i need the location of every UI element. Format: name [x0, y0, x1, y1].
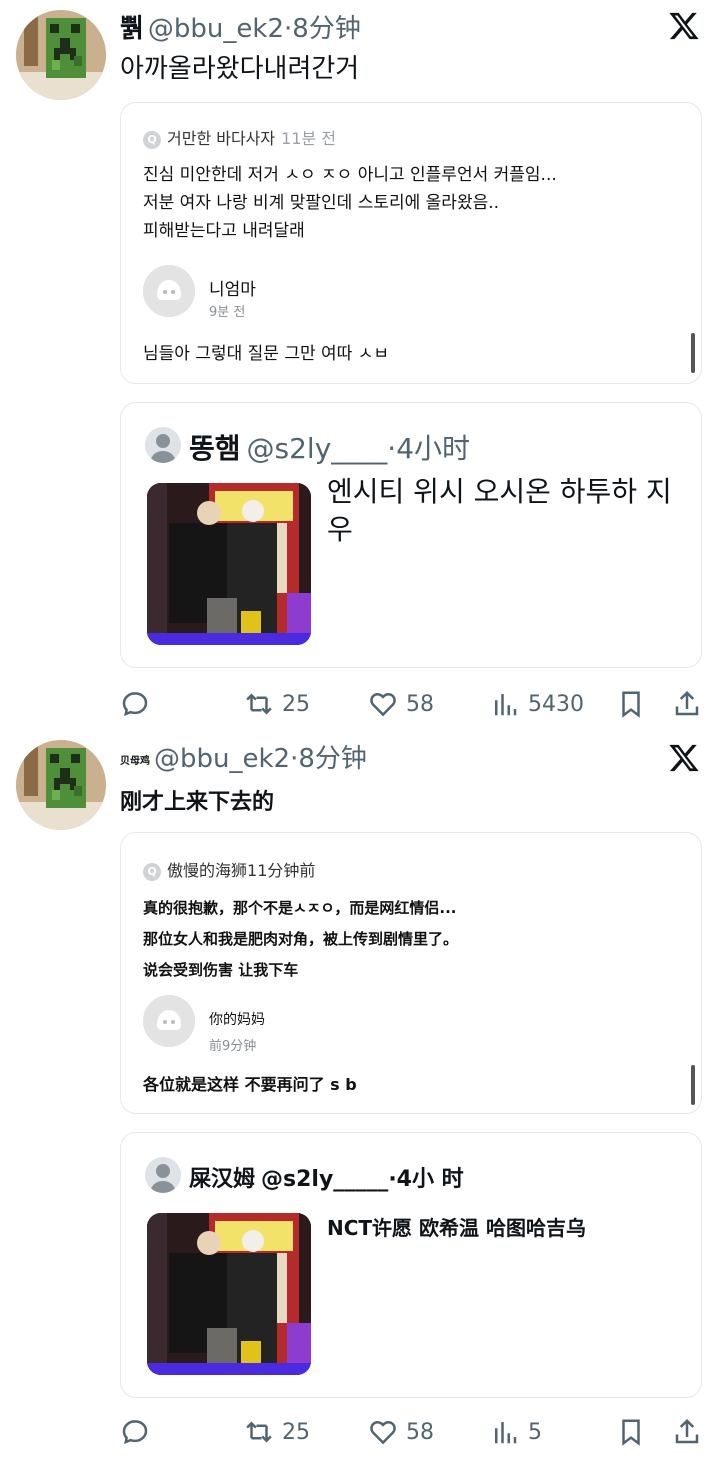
reply-button[interactable] — [120, 686, 158, 722]
question-text: 진심 미안한데 저거 ㅅㅇ ㅈㅇ 아니고 인플루언서 커플임... 저분 여자 … — [143, 161, 557, 245]
question-line: 진심 미안한데 저거 ㅅㅇ ㅈㅇ 아니고 인플루언서 커플임... — [143, 165, 557, 185]
retweet-count: 25 — [282, 1419, 310, 1445]
retweet-count: 25 — [282, 691, 310, 717]
question-line: 真的很抱歉，那个不是ㅅㅈㅇ，而是网红情侣... — [143, 899, 457, 917]
answerer-name: 你的妈妈 — [209, 1012, 265, 1028]
answerer-avatar-icon — [143, 265, 195, 317]
like-button[interactable]: 58 — [368, 686, 434, 722]
share-button[interactable] — [672, 686, 710, 722]
retweet-button[interactable]: 25 — [244, 686, 310, 722]
x-logo-icon[interactable] — [668, 742, 700, 774]
x-logo-icon[interactable] — [668, 10, 700, 42]
bookmark-button[interactable] — [616, 1414, 654, 1450]
share-button[interactable] — [672, 1414, 710, 1450]
heart-icon — [370, 693, 396, 717]
question-icon: Q — [143, 862, 161, 881]
quoted-name: 屎汉姆 — [189, 1167, 256, 1192]
heart-icon — [370, 1421, 396, 1445]
views-count: 5430 — [528, 691, 584, 717]
card-scrollbar[interactable] — [691, 333, 695, 373]
quoted-header: 屎汉姆 @s2ly_____·4小 时 — [189, 1161, 464, 1193]
action-bar: 25 58 5430 — [120, 686, 710, 722]
tweet-post-1: 뿱 @bbu_ek2·8分钟 아까올라왔다내려간거 Q 거만한 바다사자 11분 전 … — [0, 0, 720, 730]
quoted-photo[interactable] — [147, 1213, 311, 1375]
handle[interactable]: @bbu_ek2 — [148, 14, 284, 44]
question-line: 说会受到伤害 让我下车 — [143, 961, 299, 979]
question-text: 真的很抱歉，那个不是ㅅㅈㅇ，而是网红情侣... 那位女人和我是肥肉对角，被上传到… — [143, 893, 458, 986]
handle[interactable]: @bbu_ek2 — [154, 744, 290, 774]
quoted-tweet[interactable]: 똥햄 @s2ly____·4小时 엔시티 위시 오시온 하투하 지우 — [120, 402, 702, 668]
like-button[interactable]: 58 — [368, 1414, 434, 1450]
share-icon — [675, 1418, 699, 1444]
tweet-text: 刚才上来下去的 — [120, 790, 275, 815]
reply-button[interactable] — [120, 1414, 158, 1450]
question-icon: Q — [143, 130, 161, 149]
retweet-button[interactable]: 25 — [244, 1414, 310, 1450]
ask-time: 11분 전 — [281, 129, 337, 148]
quoted-text: NCT许愿 欧希温 哈图哈吉乌 — [327, 1216, 586, 1240]
views-count: 5 — [528, 1419, 542, 1445]
answer-time: 9분 전 — [209, 305, 246, 320]
asker-name: 거만한 바다사자 — [167, 129, 276, 148]
avatar[interactable] — [16, 10, 106, 100]
display-name[interactable]: 贝母鸡 — [120, 756, 150, 767]
views-button[interactable]: 5430 — [490, 686, 584, 722]
answer-text: 各位就是这样 不要再问了 s b — [143, 1075, 357, 1094]
question-line: 那位女人和我是肥肉对角，被上传到剧情里了。 — [143, 930, 459, 948]
share-icon — [675, 690, 699, 716]
timestamp[interactable]: ·8分钟 — [290, 744, 367, 774]
reply-icon — [122, 1420, 148, 1444]
retweet-icon — [246, 1421, 272, 1443]
answerer-name: 니엄마 — [209, 280, 256, 300]
timestamp[interactable]: ·8分钟 — [284, 14, 361, 44]
tweet-header: 뿱 @bbu_ek2·8分钟 — [120, 8, 361, 45]
quote-card[interactable]: Q 거만한 바다사자 11분 전 진심 미안한데 저거 ㅅㅇ ㅈㅇ 아니고 인플루언… — [120, 102, 702, 384]
answer-text: 님들아 그렇대 질문 그만 여따 ㅅㅂ — [143, 344, 389, 364]
views-icon — [495, 1422, 517, 1444]
question-line: 피해받는다고 내려달래 — [143, 221, 305, 241]
quoted-text: 엔시티 위시 오시온 하투하 지우 — [327, 475, 672, 546]
answerer-avatar-icon — [143, 995, 195, 1047]
quoted-name: 똥햄 — [189, 432, 241, 465]
quoted-handle: @s2ly____ — [246, 432, 388, 465]
tweet-header: 贝母鸡 @bbu_ek2·8分钟 — [120, 738, 367, 775]
tweet-post-2: 贝母鸡 @bbu_ek2·8分钟 刚才上来下去的 Q 傲慢的海狮11分钟前 真的很抱… — [0, 730, 720, 1458]
asker-name: 傲慢的海狮 — [167, 861, 248, 880]
quoted-photo[interactable] — [147, 483, 311, 645]
ask-time: 11分钟前 — [247, 861, 316, 880]
views-button[interactable]: 5 — [490, 1414, 542, 1450]
bookmark-button[interactable] — [616, 686, 654, 722]
views-icon — [495, 694, 517, 716]
quoted-tweet[interactable]: 屎汉姆 @s2ly_____·4小 时 NCT许愿 欧希温 哈图哈吉乌 — [120, 1132, 702, 1398]
quoted-time: ·4小时 — [387, 432, 471, 465]
asker-line: Q 傲慢的海狮11分钟前 — [143, 857, 315, 881]
bookmark-icon — [622, 691, 640, 718]
retweet-icon — [246, 693, 272, 715]
avatar[interactable] — [16, 740, 106, 830]
quoted-avatar-icon — [145, 427, 181, 463]
answer-time: 前9分钟 — [209, 1039, 257, 1054]
display-name[interactable]: 뿱 — [120, 14, 144, 44]
asker-line: Q 거만한 바다사자 11분 전 — [143, 125, 336, 149]
question-line: 저분 여자 나랑 비계 맞팔인데 스토리에 올라왔음.. — [143, 193, 500, 213]
quote-card[interactable]: Q 傲慢的海狮11分钟前 真的很抱歉，那个不是ㅅㅈㅇ，而是网红情侣... 那位女人… — [120, 832, 702, 1114]
quoted-header: 똥햄 @s2ly____·4小时 — [189, 427, 470, 467]
tweet-text: 아까올라왔다내려간거 — [120, 54, 360, 84]
card-scrollbar[interactable] — [691, 1065, 695, 1105]
action-bar: 25 58 5 — [120, 1414, 710, 1450]
bookmark-icon — [622, 1419, 640, 1446]
reply-icon — [122, 692, 148, 716]
quoted-time: ·4小 时 — [388, 1167, 464, 1192]
quoted-handle: @s2ly_____ — [261, 1167, 389, 1192]
like-count: 58 — [406, 1419, 434, 1445]
like-count: 58 — [406, 691, 434, 717]
quoted-avatar-icon — [145, 1157, 181, 1193]
